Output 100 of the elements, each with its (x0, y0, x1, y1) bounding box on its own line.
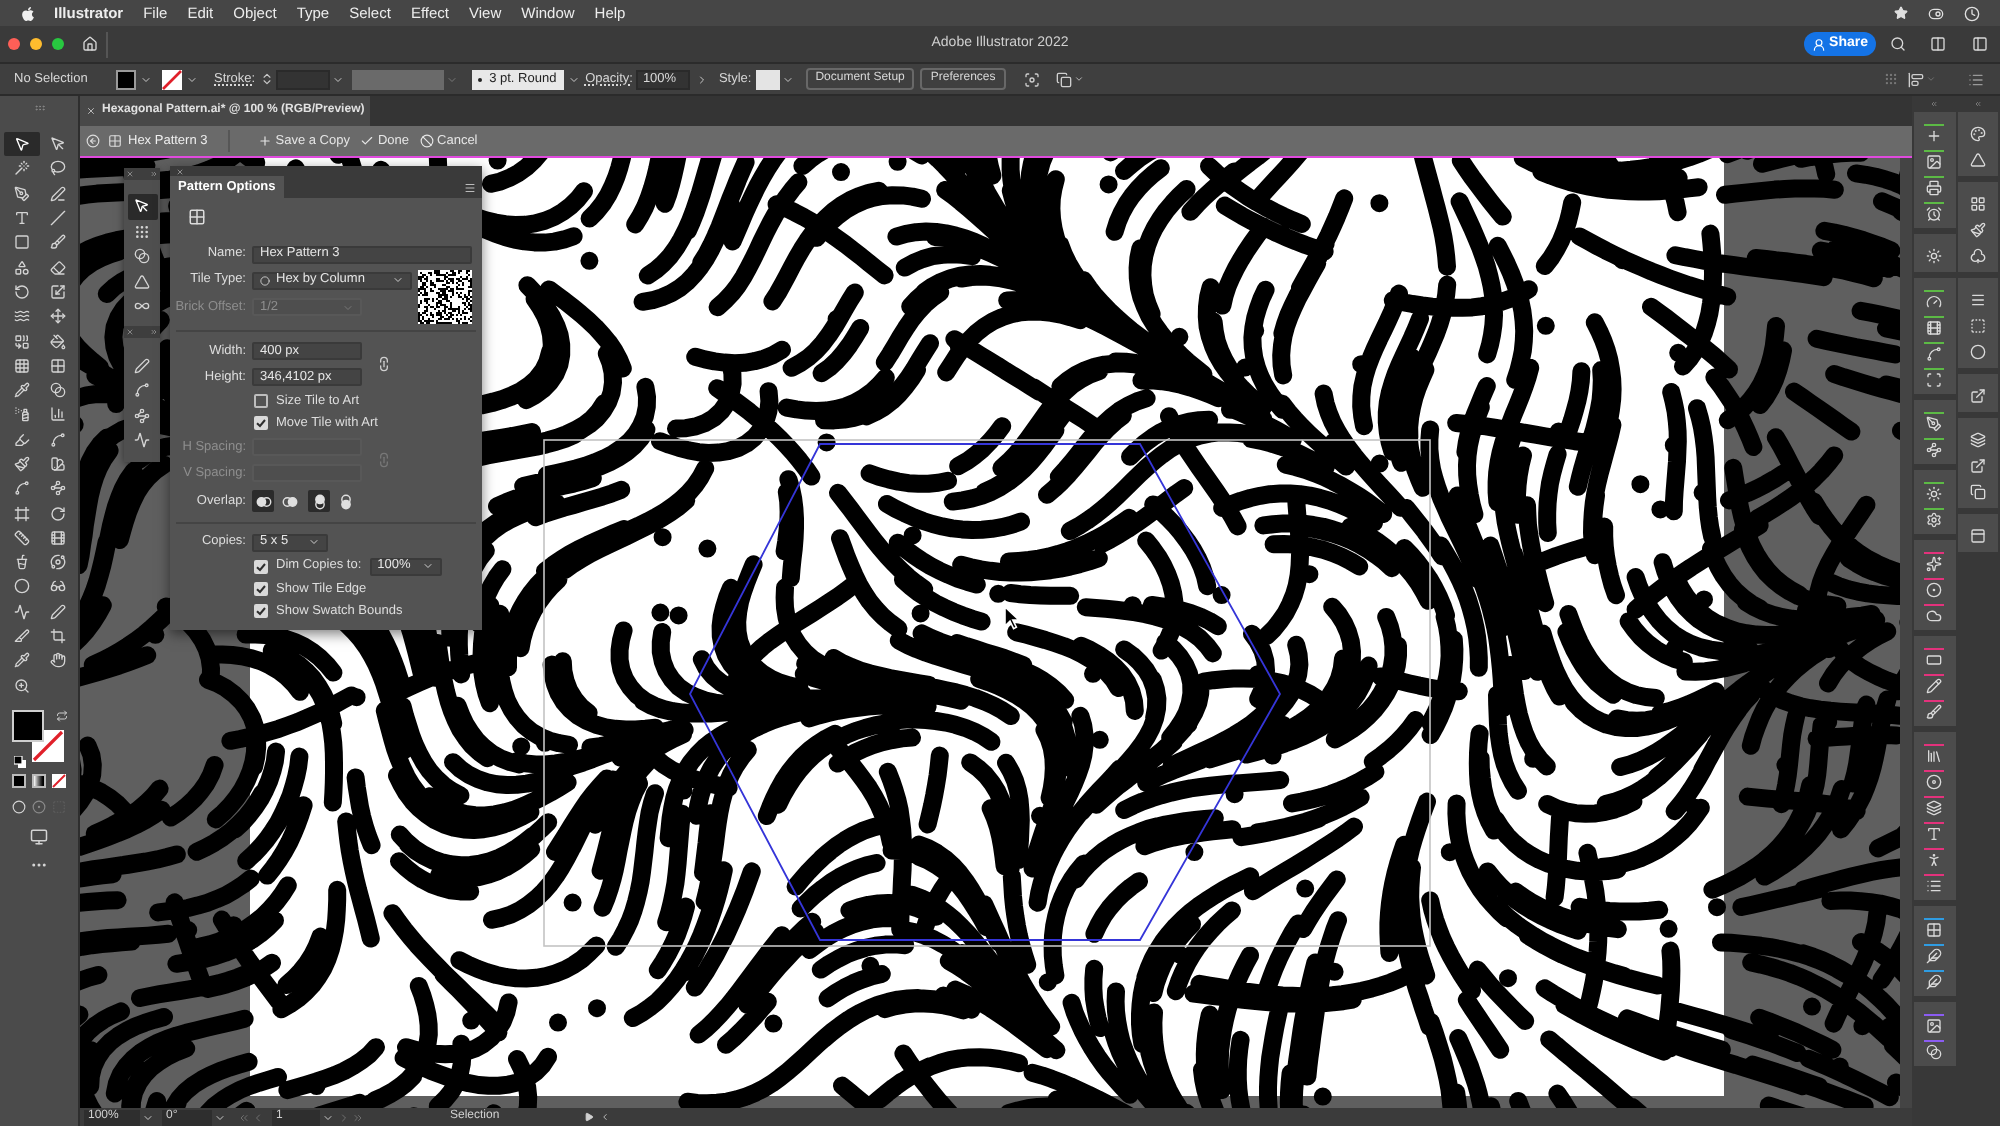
no-stroke-icon[interactable] (162, 69, 182, 89)
image-icon (1926, 1017, 1943, 1033)
draw-normal-icon[interactable] (12, 800, 26, 815)
lasso-icon (49, 160, 65, 177)
checkbox[interactable] (254, 394, 268, 408)
clock-icon[interactable] (1964, 5, 1980, 21)
checkbox[interactable] (254, 416, 268, 430)
checkmark-icon (256, 606, 266, 616)
home-icon[interactable] (82, 36, 98, 52)
external-link-icon (1969, 457, 1986, 473)
waypoints-icon (1926, 441, 1943, 457)
arrow-pointer-icon (134, 198, 150, 215)
graphic-style-swatch-icon[interactable] (755, 69, 780, 89)
zoom-icon (13, 677, 29, 694)
variable-width-field[interactable] (351, 69, 444, 89)
window-zoom-icon[interactable] (52, 38, 64, 50)
paint-bucket-icon (49, 333, 65, 350)
link-icon[interactable] (376, 356, 392, 372)
sun-icon (1926, 247, 1943, 263)
glasses-icon (49, 578, 65, 595)
plus-icon (1926, 127, 1943, 143)
paintbrush-icon (1969, 221, 1986, 237)
focus-icon[interactable] (1023, 71, 1040, 87)
chevron-left-icon[interactable] (599, 1112, 610, 1122)
gradient-mode-icon[interactable] (32, 773, 46, 788)
spinner-icon[interactable] (259, 72, 274, 86)
copy-icon[interactable] (1055, 71, 1072, 87)
menu-icon[interactable] (464, 181, 476, 193)
caret-icon (331, 73, 344, 85)
apple-icon[interactable] (20, 5, 36, 21)
overlap-option[interactable] (252, 490, 274, 512)
eyedropper-icon (13, 382, 29, 399)
mouse-pointer-icon (1004, 606, 1020, 630)
spline-icon (1926, 345, 1943, 361)
tool-button[interactable] (3, 132, 39, 157)
plus-icon (257, 134, 272, 148)
collapse-icon[interactable] (1974, 100, 1982, 108)
printer-icon (1926, 179, 1943, 195)
waypoints-icon (49, 480, 65, 497)
spline-icon (49, 431, 65, 448)
caret-icon (781, 73, 794, 85)
grid-icon (49, 357, 65, 374)
collapse-icon[interactable] (1930, 100, 1938, 108)
check-icon (359, 134, 374, 148)
library-icon (1926, 747, 1943, 763)
collapse-icon[interactable] (150, 327, 158, 335)
alarm-clock-icon (1926, 205, 1943, 221)
play-icon[interactable] (583, 1112, 594, 1122)
swatch-book-icon (49, 456, 65, 472)
screen-mode-icon[interactable] (30, 827, 48, 846)
fill-color-icon[interactable] (116, 69, 136, 89)
overlap-option[interactable] (308, 490, 330, 512)
swap-icon[interactable] (55, 709, 67, 722)
grip-icon (134, 223, 150, 240)
rotate-icon (49, 505, 65, 522)
default-colors-icon[interactable] (13, 755, 25, 768)
window-minimize-icon[interactable] (30, 38, 42, 50)
type-icon (13, 210, 29, 227)
pattern-thumbnail (418, 270, 472, 324)
image-icon (1926, 153, 1943, 169)
columns-icon[interactable] (1930, 36, 1946, 52)
collapse-icon[interactable] (150, 170, 158, 178)
list-icon[interactable] (1968, 71, 1984, 87)
frame-icon (13, 505, 29, 522)
caret-icon (421, 560, 434, 572)
toggle-icon[interactable] (1928, 5, 1944, 21)
grid-icon[interactable] (188, 207, 206, 225)
vertical-scrollbar[interactable] (1900, 158, 1912, 1108)
square-icon (13, 234, 29, 251)
search-icon[interactable] (1890, 36, 1906, 52)
draw-behind-icon[interactable] (32, 800, 46, 815)
zigzag-icon (134, 432, 150, 449)
tool-button[interactable] (127, 194, 157, 219)
panel-icon[interactable] (1972, 36, 1988, 52)
caret-icon (142, 1111, 154, 1123)
pen-line-icon (49, 185, 65, 202)
window-close-icon[interactable] (8, 38, 20, 50)
color-mode-icon[interactable] (12, 773, 26, 788)
checkbox[interactable] (254, 559, 268, 573)
chevron-right-icon[interactable] (696, 73, 709, 85)
settings-icon (1926, 511, 1943, 527)
checkbox[interactable] (254, 582, 268, 596)
checkbox[interactable] (254, 604, 268, 618)
eraser-icon (49, 259, 65, 276)
zigzag-icon (13, 603, 29, 620)
star-icon[interactable] (1894, 6, 1908, 20)
checkmark-icon (256, 584, 266, 594)
align-icon[interactable] (1908, 71, 1924, 87)
caret-icon (445, 73, 458, 85)
checkmark-icon (256, 561, 266, 571)
spline-icon (13, 480, 29, 497)
none-mode-icon[interactable] (52, 773, 66, 788)
triangle-icon (134, 273, 150, 290)
bar-chart-icon (49, 406, 65, 423)
pen-icon (1926, 415, 1943, 431)
caret-icon (308, 536, 320, 548)
list-icon (1926, 877, 1943, 893)
back-arrow-icon[interactable] (86, 134, 100, 148)
blend-icon (134, 248, 150, 265)
fill-color-icon[interactable] (11, 709, 43, 742)
